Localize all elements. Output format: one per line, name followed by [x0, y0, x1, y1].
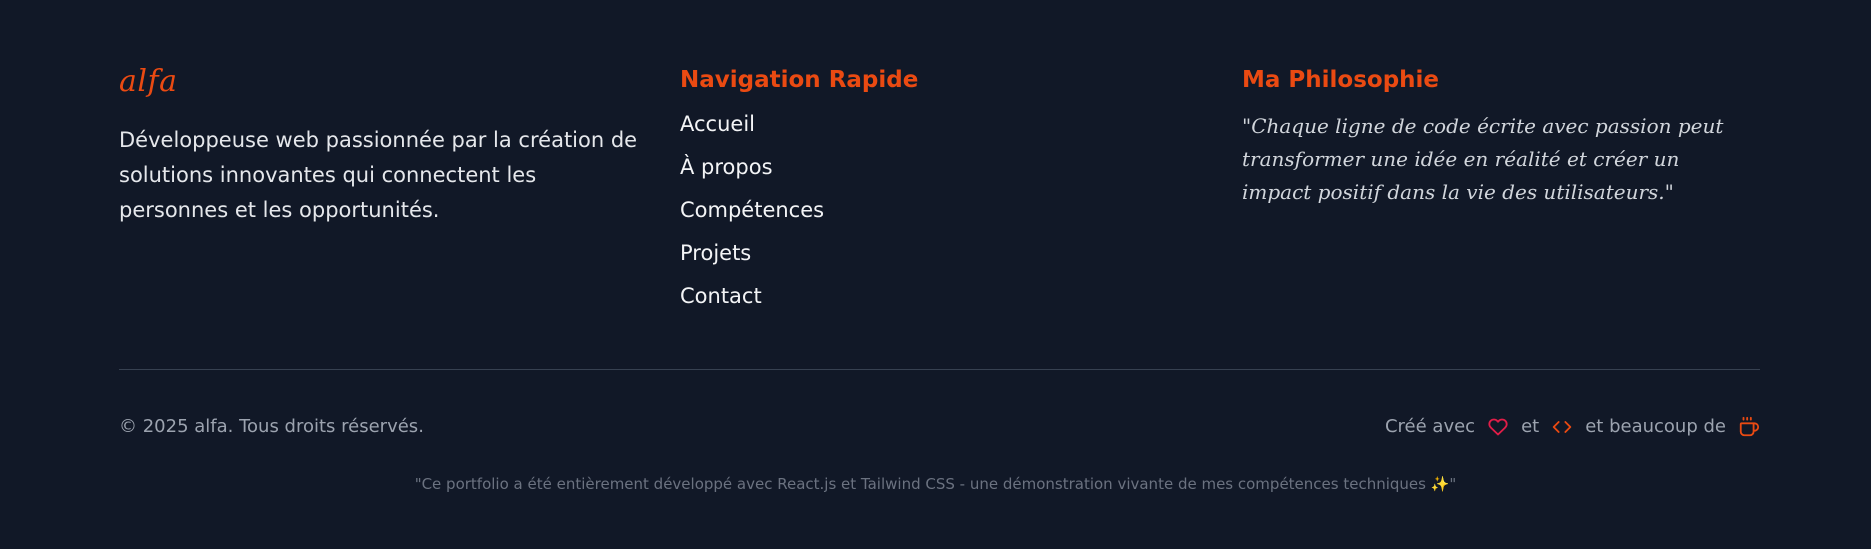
navigation-column: Navigation Rapide Accueil À propos Compé… [680, 62, 1100, 326]
philosophy-heading: Ma Philosophie [1242, 67, 1440, 93]
copyright-text: © 2025 alfa. Tous droits réservés. [119, 416, 424, 437]
philosophy-quote: "Chaque ligne de code écrite avec passio… [1242, 114, 1724, 204]
brand-description: Développeuse web passionnée par la créat… [119, 128, 638, 222]
heart-icon [1487, 416, 1509, 438]
philosophy-column: Ma Philosophie "Chaque ligne de code écr… [1242, 62, 1762, 209]
nav-link-contact[interactable]: Contact [680, 283, 1100, 310]
made-with-credit: Créé avec et et beaucoup de [1385, 414, 1760, 440]
made-with-prefix: Créé avec [1384, 416, 1476, 437]
brand-column: alfa Développeuse web passionnée par la … [119, 62, 639, 228]
nav-link-a-propos[interactable]: À propos [680, 154, 1100, 181]
nav-link-competences[interactable]: Compétences [680, 197, 1100, 224]
made-with-suffix: et beaucoup de [1585, 416, 1726, 437]
navigation-heading: Navigation Rapide [680, 67, 919, 93]
code-icon [1551, 416, 1573, 438]
nav-link-accueil[interactable]: Accueil [680, 111, 1100, 138]
site-footer: alfa Développeuse web passionnée par la … [0, 0, 1871, 549]
portfolio-tagline: "Ce portfolio a été entièrement développ… [414, 475, 1457, 493]
made-with-and: et [1521, 416, 1540, 437]
footer-divider [119, 369, 1760, 370]
navigation-list: Accueil À propos Compétences Projets Con… [680, 111, 1100, 310]
coffee-icon [1738, 416, 1760, 438]
nav-link-projets[interactable]: Projets [680, 240, 1100, 267]
brand-logo[interactable]: alfa [119, 62, 639, 102]
